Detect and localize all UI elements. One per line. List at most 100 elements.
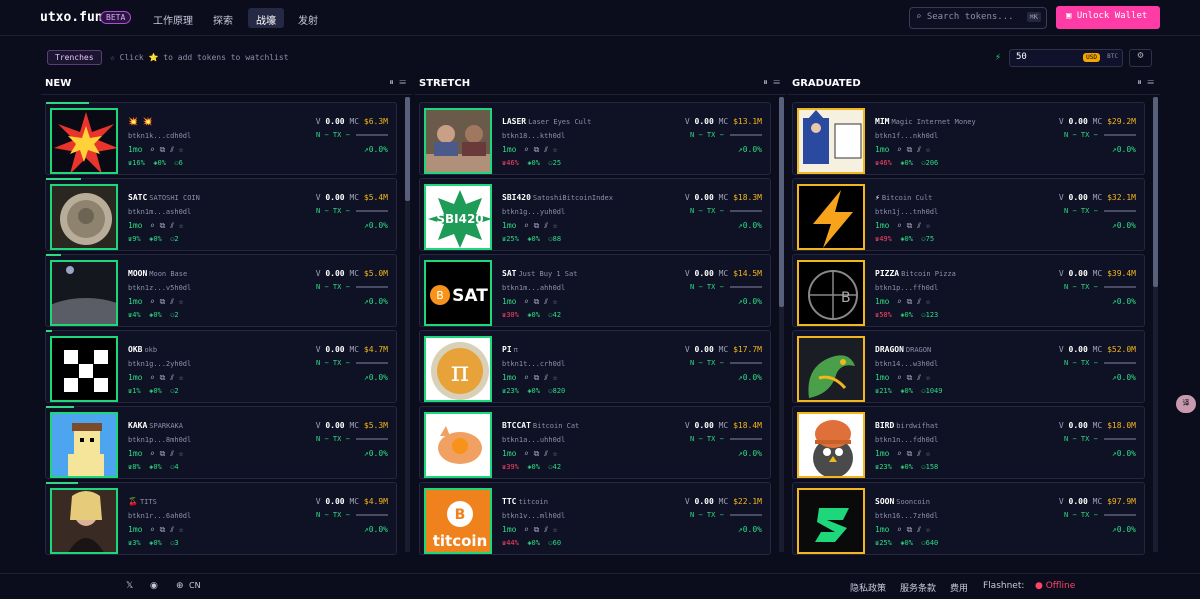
search-icon[interactable]: ⌕ (897, 221, 902, 230)
copy-icon[interactable]: ⧉ (907, 449, 913, 458)
quick-buy-amount-input[interactable]: 50 USD BTC (1009, 49, 1123, 67)
translate-button[interactable]: 译 (1176, 395, 1196, 413)
copy-icon[interactable]: ⧉ (907, 525, 913, 534)
chart-icon[interactable]: ⫽ (544, 449, 548, 458)
copy-icon[interactable]: ⧉ (534, 525, 540, 534)
search-icon[interactable]: ⌕ (524, 449, 529, 458)
star-icon[interactable]: ☆ (179, 525, 184, 534)
star-icon[interactable]: ☆ (553, 373, 558, 382)
copy-icon[interactable]: ⧉ (160, 373, 166, 382)
token-card[interactable]: 💥 💥 btkn1k...cdh0dl 1mo ⌕ ⧉ ⫽ ☆ ♛16% ◈0% ⚇6 V… (45, 102, 397, 175)
chart-icon[interactable]: ⫽ (544, 373, 548, 382)
search-icon[interactable]: ⌕ (524, 525, 529, 534)
search-icon[interactable]: ⌕ (524, 145, 529, 154)
search-icon[interactable]: ⌕ (150, 373, 155, 382)
logo[interactable]: utxo.fun (40, 10, 103, 25)
star-icon[interactable]: ☆ (553, 449, 558, 458)
language-selector[interactable]: CN (189, 581, 201, 590)
copy-icon[interactable]: ⧉ (160, 145, 166, 154)
token-card[interactable]: MOON Moon Base btkn1z...v5h0dl 1mo ⌕ ⧉ ⫽ ☆ ♛4… (45, 254, 397, 327)
globe-icon[interactable]: ⊕ (176, 581, 184, 591)
unlock-wallet-button[interactable]: ▣ Unlock Wallet (1056, 6, 1160, 29)
pause-icon[interactable]: ⏸ (389, 78, 394, 88)
search-icon[interactable]: ⌕ (897, 525, 902, 534)
nav-trenches[interactable]: 战壕 (248, 8, 284, 28)
chart-icon[interactable]: ⫽ (170, 525, 174, 534)
discord-icon[interactable]: ◉ (150, 581, 158, 591)
search-icon[interactable]: ⌕ (897, 297, 902, 306)
chart-icon[interactable]: ⫽ (917, 145, 921, 154)
copy-icon[interactable]: ⧉ (160, 525, 166, 534)
token-card[interactable]: KAKA SPARKAKA btkn1p...8mh0dl 1mo ⌕ ⧉ ⫽ ☆ ♛8%… (45, 406, 397, 479)
nav-explore[interactable]: 探索 (205, 8, 241, 28)
search-icon[interactable]: ⌕ (150, 525, 155, 534)
copy-icon[interactable]: ⧉ (907, 373, 913, 382)
token-card[interactable]: π PI π btkn1t...crh0dl 1mo ⌕ ⧉ ⫽ ☆ ♛23% ◈0% ⚇8… (419, 330, 771, 403)
chart-icon[interactable]: ⫽ (917, 449, 921, 458)
star-icon[interactable]: ☆ (179, 145, 184, 154)
chart-icon[interactable]: ⫽ (917, 373, 921, 382)
copy-icon[interactable]: ⧉ (534, 297, 540, 306)
copy-icon[interactable]: ⧉ (160, 449, 166, 458)
star-icon[interactable]: ☆ (926, 373, 931, 382)
chart-icon[interactable]: ⫽ (544, 145, 548, 154)
search-icon[interactable]: ⌕ (897, 373, 902, 382)
nav-launch[interactable]: 发射 (290, 8, 326, 28)
star-icon[interactable]: ☆ (179, 297, 184, 306)
star-icon[interactable]: ☆ (926, 221, 931, 230)
scrollbar[interactable] (779, 97, 784, 552)
filter-icon[interactable]: ☰ (399, 78, 406, 88)
star-icon[interactable]: ☆ (553, 525, 558, 534)
star-icon[interactable]: ☆ (179, 221, 184, 230)
token-card[interactable]: DRAGON DRAGON btkn14...w3h0dl 1mo ⌕ ⧉ ⫽ ☆ ♛21… (792, 330, 1145, 403)
search-input[interactable]: ⌕ Search tokens... ⌘K (909, 7, 1047, 29)
search-icon[interactable]: ⌕ (524, 297, 529, 306)
x-icon[interactable]: 𝕏 (126, 581, 133, 591)
search-icon[interactable]: ⌕ (524, 221, 529, 230)
token-card[interactable]: B SAT SAT Just Buy 1 Sat btkn1m...ahh0dl 1mo ⌕… (419, 254, 771, 327)
copy-icon[interactable]: ⧉ (160, 221, 166, 230)
chart-icon[interactable]: ⫽ (170, 221, 174, 230)
pause-icon[interactable]: ⏸ (763, 78, 768, 88)
star-icon[interactable]: ☆ (553, 221, 558, 230)
terms-link[interactable]: 服务条款 (900, 581, 936, 594)
gear-icon[interactable]: ⚙ (1129, 49, 1152, 67)
btc-toggle[interactable]: BTC (1107, 53, 1118, 60)
privacy-link[interactable]: 隐私政策 (850, 581, 886, 594)
token-card[interactable]: OKB okb btkn1g...2yh0dl 1mo ⌕ ⧉ ⫽ ☆ ♛1% ◈0% ⚇… (45, 330, 397, 403)
chart-icon[interactable]: ⫽ (170, 145, 174, 154)
search-icon[interactable]: ⌕ (897, 449, 902, 458)
star-icon[interactable]: ☆ (926, 449, 931, 458)
chart-icon[interactable]: ⫽ (170, 449, 174, 458)
token-card[interactable]: ⚡ Bitcoin Cult btkn1j...tnh0dl 1mo ⌕ ⧉ ⫽ ☆ ♛4… (792, 178, 1145, 251)
chart-icon[interactable]: ⫽ (917, 221, 921, 230)
chart-icon[interactable]: ⫽ (170, 373, 174, 382)
star-icon[interactable]: ☆ (553, 145, 558, 154)
token-card[interactable]: MIM Magic Internet Money btkn1f...nkh0dl 1m… (792, 102, 1145, 175)
chart-icon[interactable]: ⫽ (917, 525, 921, 534)
search-icon[interactable]: ⌕ (524, 373, 529, 382)
token-card[interactable]: Btitcoin TTC titcoin btkn1v...mlh0dl 1mo ⌕ ⧉ … (419, 482, 771, 555)
search-icon[interactable]: ⌕ (150, 221, 155, 230)
search-icon[interactable]: ⌕ (150, 145, 155, 154)
fees-link[interactable]: 费用 (950, 581, 968, 594)
star-icon[interactable]: ☆ (926, 145, 931, 154)
search-icon[interactable]: ⌕ (897, 145, 902, 154)
token-card[interactable]: 🍒 TITS btkn1r...6ah0dl 1mo ⌕ ⧉ ⫽ ☆ ♛3% ◈0% ⚇3… (45, 482, 397, 555)
star-icon[interactable]: ☆ (926, 525, 931, 534)
token-card[interactable]: BIRD birdwifhat btkn1n...fdh0dl 1mo ⌕ ⧉ ⫽ ☆ ♛… (792, 406, 1145, 479)
token-card[interactable]: LASER Laser Eyes Cult btkn18...kth0dl 1mo ⌕ … (419, 102, 771, 175)
token-card[interactable]: SBI420 SBI420 SatoshiBitcoinIndex btkn1g...… (419, 178, 771, 251)
token-card[interactable]: B PIZZA Bitcoin Pizza btkn1p...ffh0dl 1mo ⌕ ⧉… (792, 254, 1145, 327)
copy-icon[interactable]: ⧉ (160, 297, 166, 306)
star-icon[interactable]: ☆ (179, 449, 184, 458)
token-card[interactable]: SATC SATOSHI COIN btkn1m...ash0dl 1mo ⌕ ⧉ ⫽ … (45, 178, 397, 251)
nav-how-it-works[interactable]: 工作原理 (145, 8, 201, 28)
chart-icon[interactable]: ⫽ (917, 297, 921, 306)
copy-icon[interactable]: ⧉ (907, 145, 913, 154)
chart-icon[interactable]: ⫽ (544, 221, 548, 230)
usd-toggle[interactable]: USD (1083, 53, 1100, 62)
filter-icon[interactable]: ☰ (773, 78, 780, 88)
filter-icon[interactable]: ☰ (1147, 78, 1154, 88)
scrollbar[interactable] (405, 97, 410, 552)
